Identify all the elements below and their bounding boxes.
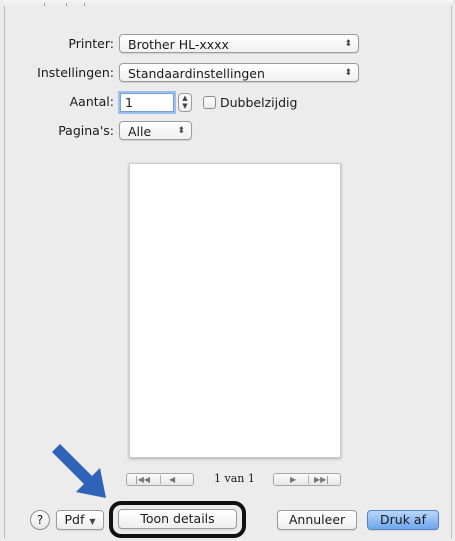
first-prev-buttons[interactable]: |◀◀ ◀ — [126, 473, 194, 486]
highlight-ring — [109, 501, 246, 538]
chevron-down-icon: ▼ — [89, 517, 96, 526]
copies-input[interactable]: 1 — [120, 93, 174, 112]
settings-label: Instellingen: — [37, 65, 114, 80]
printer-value: Brother HL-xxxx — [128, 37, 229, 52]
stepper-down-icon[interactable]: ▼ — [179, 102, 191, 110]
pages-label: Pagina's: — [58, 123, 114, 138]
first-page-icon[interactable]: |◀◀ — [135, 474, 150, 485]
stepper-up-icon[interactable]: ▲ — [179, 94, 191, 102]
up-down-arrows-icon: ⬍ — [177, 126, 185, 136]
help-button[interactable]: ? — [30, 510, 50, 530]
print-button[interactable]: Druk af — [367, 510, 439, 530]
cancel-button[interactable]: Annuleer — [277, 510, 357, 530]
duplex-checkbox[interactable] — [203, 96, 216, 109]
copies-stepper[interactable]: ▲ ▼ — [178, 93, 192, 112]
up-down-arrows-icon: ⬍ — [344, 39, 352, 49]
pdf-label: Pdf — [64, 512, 85, 527]
pdf-menu-button[interactable]: Pdf ▼ — [56, 510, 104, 530]
next-page-icon[interactable]: ▶ — [290, 474, 296, 485]
up-down-arrows-icon: ⬍ — [344, 68, 352, 78]
last-page-icon[interactable]: ▶▶| — [314, 474, 329, 485]
copies-label: Aantal: — [69, 94, 114, 109]
settings-value: Standaardinstellingen — [128, 66, 265, 81]
next-last-buttons[interactable]: ▶ ▶▶| — [273, 473, 341, 486]
prev-page-icon[interactable]: ◀ — [169, 474, 175, 485]
arrow-pointer-icon — [52, 444, 106, 498]
settings-popup[interactable]: Standaardinstellingen ⬍ — [119, 63, 359, 82]
pages-popup[interactable]: Alle ⬍ — [119, 121, 192, 140]
page-indicator: 1 van 1 — [214, 472, 255, 485]
printer-popup[interactable]: Brother HL-xxxx ⬍ — [119, 34, 359, 53]
duplex-label: Dubbelzijdig — [220, 95, 298, 110]
page-preview — [129, 163, 341, 458]
pages-value: Alle — [128, 124, 152, 139]
printer-label: Printer: — [68, 36, 114, 51]
